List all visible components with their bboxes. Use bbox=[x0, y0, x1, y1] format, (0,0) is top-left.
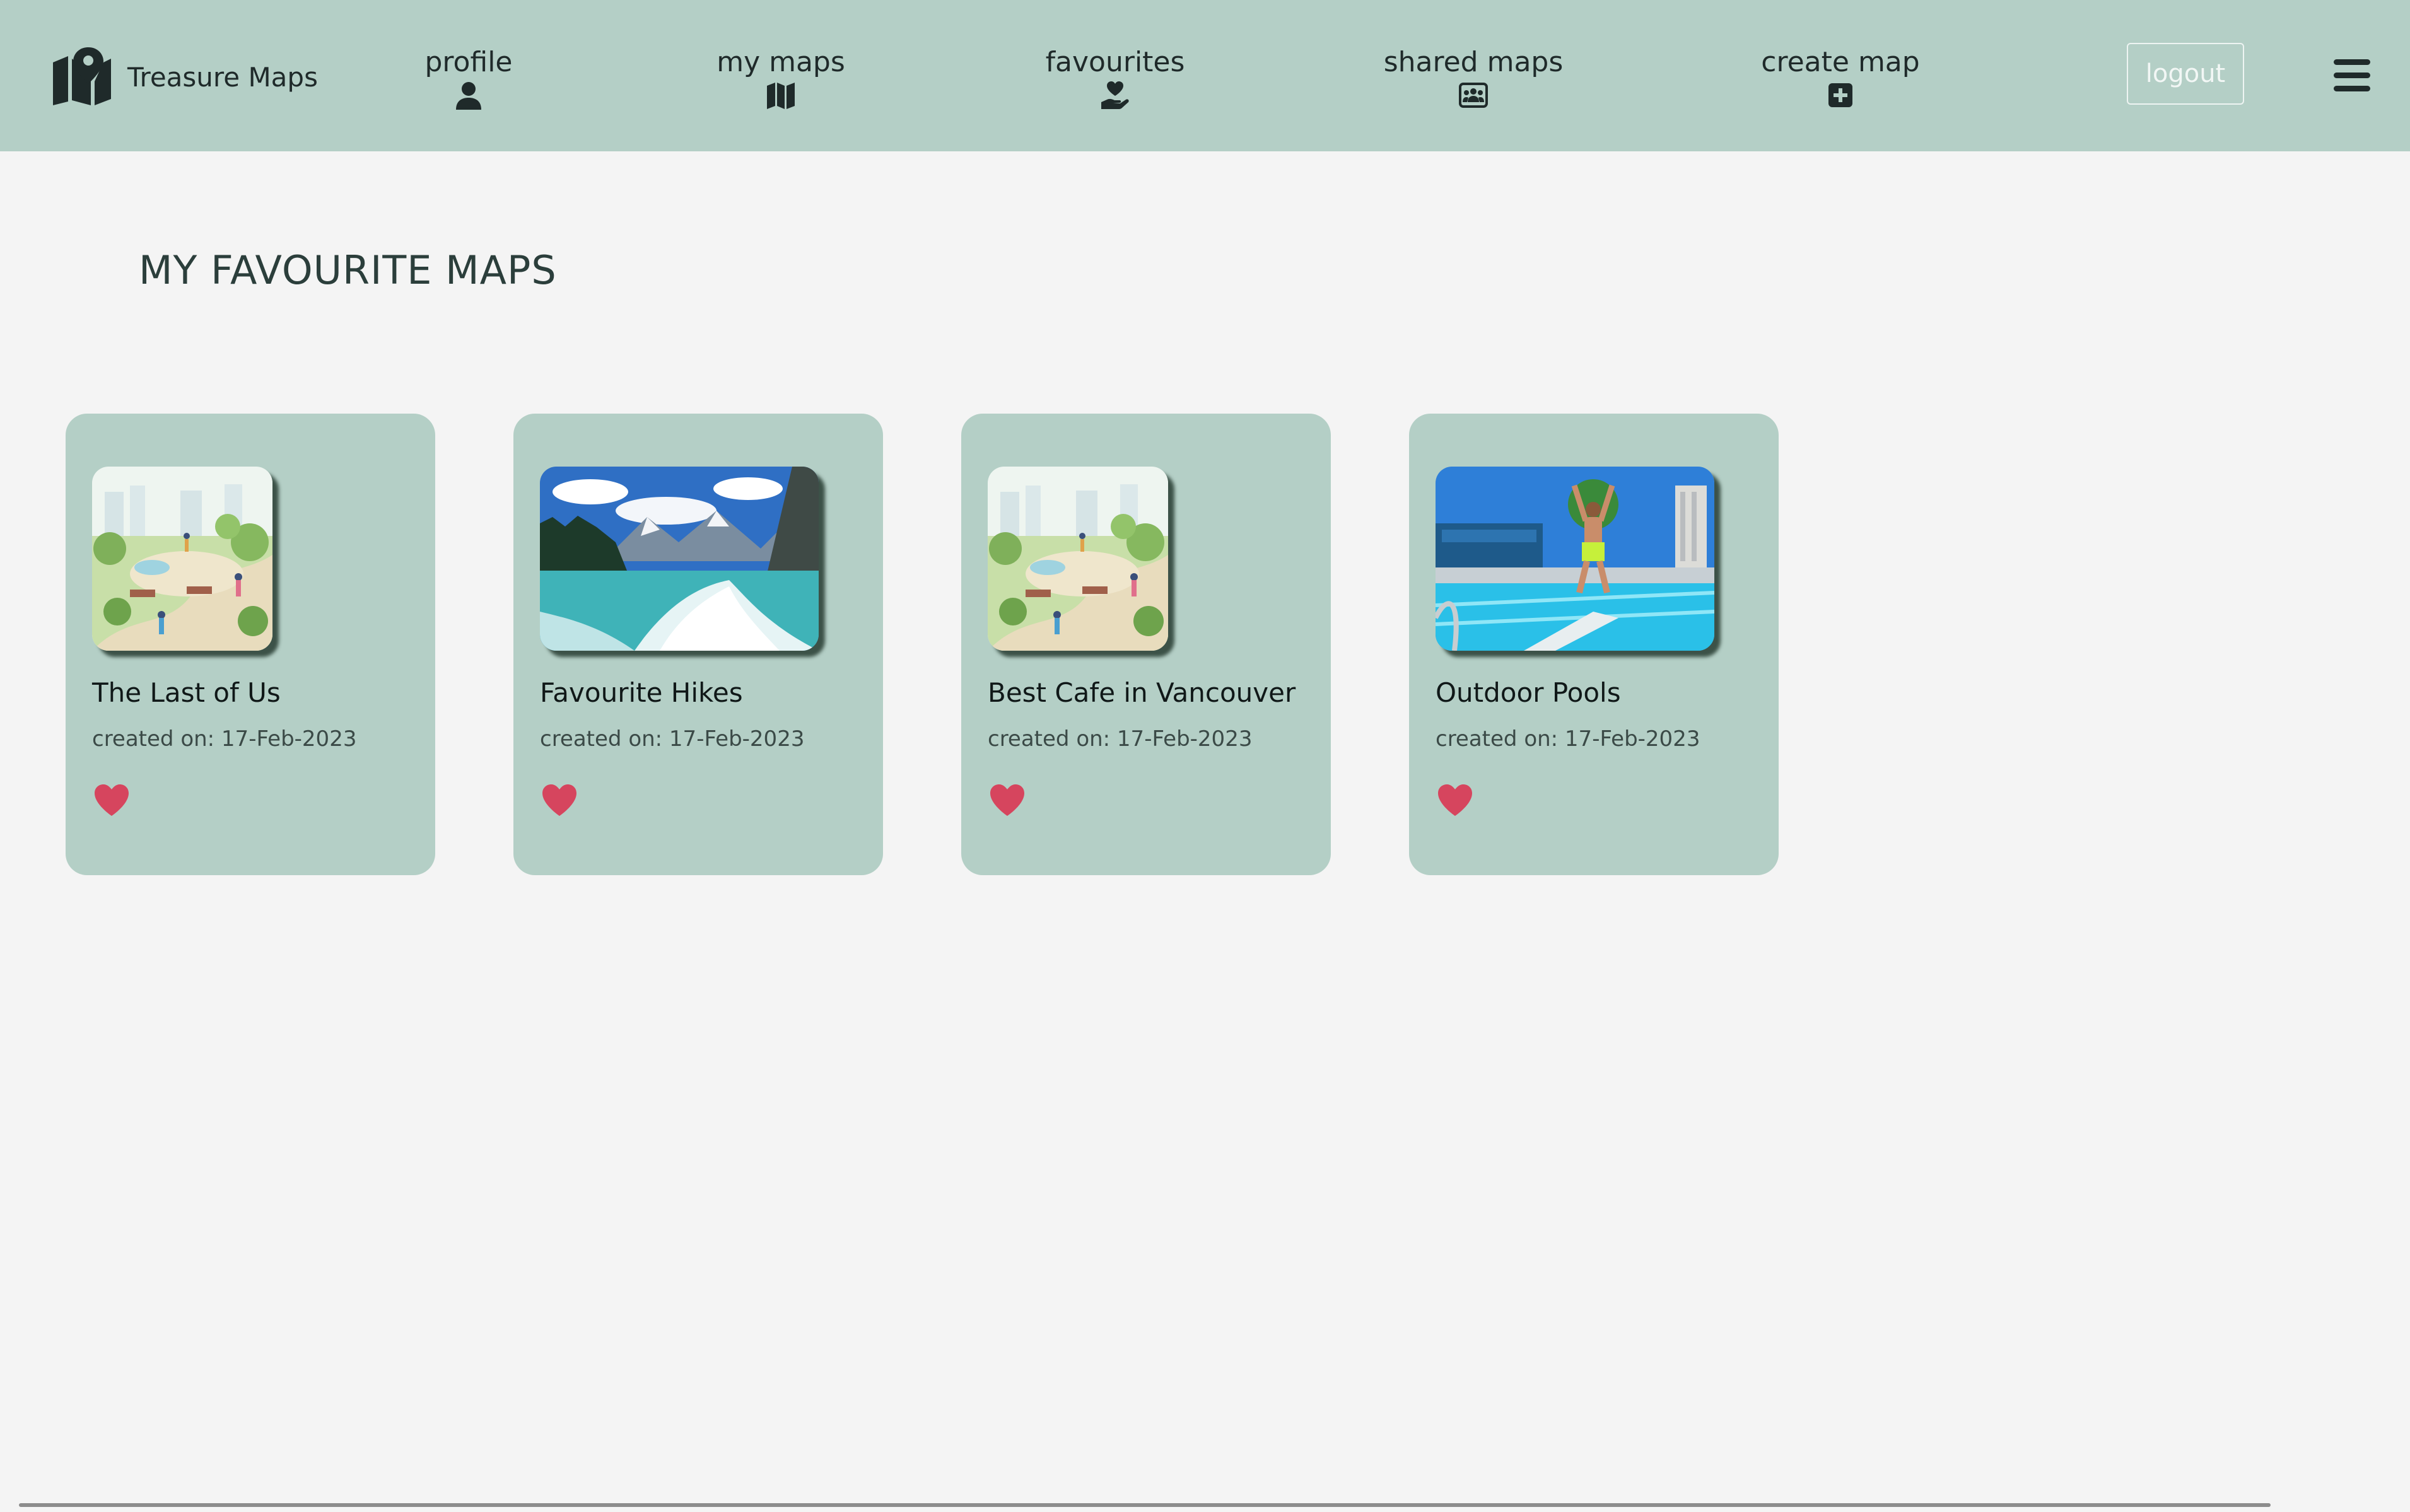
heart-icon[interactable] bbox=[989, 783, 1026, 817]
map-thumbnail-park[interactable] bbox=[92, 467, 272, 651]
nav-item-shared-maps[interactable]: shared maps bbox=[1360, 45, 1587, 110]
nav-label: favourites bbox=[1045, 46, 1185, 78]
logout-button[interactable]: logout bbox=[2127, 43, 2244, 105]
card-created-date: created on: 17-Feb-2023 bbox=[92, 726, 357, 752]
heart-icon[interactable] bbox=[541, 783, 578, 817]
favourite-maps-grid: The Last of Us created on: 17-Feb-2023 F… bbox=[66, 414, 1779, 875]
card-title: Outdoor Pools bbox=[1436, 677, 1621, 708]
nav-item-profile[interactable]: profile bbox=[355, 45, 582, 110]
map-card[interactable]: Favourite Hikes created on: 17-Feb-2023 bbox=[513, 414, 883, 875]
folded-map-icon bbox=[765, 81, 797, 110]
card-created-date: created on: 17-Feb-2023 bbox=[988, 726, 1253, 752]
top-nav-bar: Treasure Maps profile my maps favourites bbox=[0, 0, 2410, 151]
map-card[interactable]: Best Cafe in Vancouver created on: 17-Fe… bbox=[961, 414, 1331, 875]
group-card-icon bbox=[1458, 81, 1489, 110]
map-thumbnail-mountain-lake[interactable] bbox=[540, 467, 819, 651]
page-title: MY FAVOURITE MAPS bbox=[139, 247, 557, 293]
map-card[interactable]: The Last of Us created on: 17-Feb-2023 bbox=[66, 414, 435, 875]
heart-icon[interactable] bbox=[1437, 783, 1473, 817]
brand-name: Treasure Maps bbox=[127, 61, 318, 93]
nav-item-create-map[interactable]: create map bbox=[1727, 45, 1954, 110]
brand-logo[interactable]: Treasure Maps bbox=[50, 45, 318, 108]
nav-label: create map bbox=[1761, 46, 1920, 78]
nav-item-my-maps[interactable]: my maps bbox=[667, 45, 894, 110]
map-marker-icon bbox=[50, 46, 114, 108]
nav-item-favourites[interactable]: favourites bbox=[1002, 45, 1229, 110]
hamburger-icon[interactable] bbox=[2334, 59, 2370, 92]
card-title: Best Cafe in Vancouver bbox=[988, 677, 1296, 708]
card-title: The Last of Us bbox=[92, 677, 281, 708]
horizontal-scrollbar[interactable] bbox=[19, 1503, 2271, 1507]
user-icon bbox=[453, 81, 484, 110]
nav-label: my maps bbox=[717, 46, 845, 78]
heart-icon[interactable] bbox=[93, 783, 130, 817]
map-thumbnail-park[interactable] bbox=[988, 467, 1168, 651]
map-thumbnail-pool[interactable] bbox=[1436, 467, 1714, 651]
card-created-date: created on: 17-Feb-2023 bbox=[1436, 726, 1700, 752]
hand-heart-icon bbox=[1099, 81, 1131, 110]
nav-label: shared maps bbox=[1383, 46, 1564, 78]
map-card[interactable]: Outdoor Pools created on: 17-Feb-2023 bbox=[1409, 414, 1779, 875]
plus-square-icon bbox=[1825, 81, 1856, 110]
card-created-date: created on: 17-Feb-2023 bbox=[540, 726, 805, 752]
card-title: Favourite Hikes bbox=[540, 677, 743, 708]
nav-label: profile bbox=[424, 46, 513, 78]
